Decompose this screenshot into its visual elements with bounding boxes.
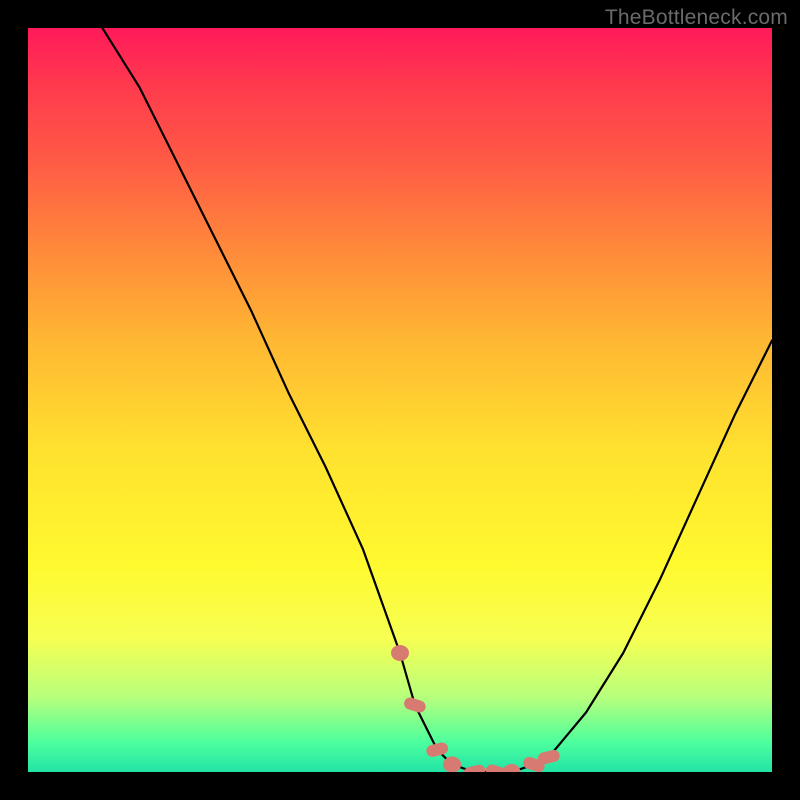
outer-frame: TheBottleneck.com xyxy=(0,0,800,800)
plot-area xyxy=(28,28,772,772)
marker-dot xyxy=(503,764,521,772)
flat-zone-markers xyxy=(391,645,561,772)
marker-dot xyxy=(443,757,461,772)
marker-dot xyxy=(403,696,428,714)
chart-svg xyxy=(28,28,772,772)
marker-dot xyxy=(462,764,486,772)
marker-dot xyxy=(537,749,561,766)
marker-dot xyxy=(391,645,409,661)
bottleneck-curve xyxy=(102,28,772,772)
marker-dot xyxy=(425,741,449,758)
attribution-label: TheBottleneck.com xyxy=(605,6,788,30)
